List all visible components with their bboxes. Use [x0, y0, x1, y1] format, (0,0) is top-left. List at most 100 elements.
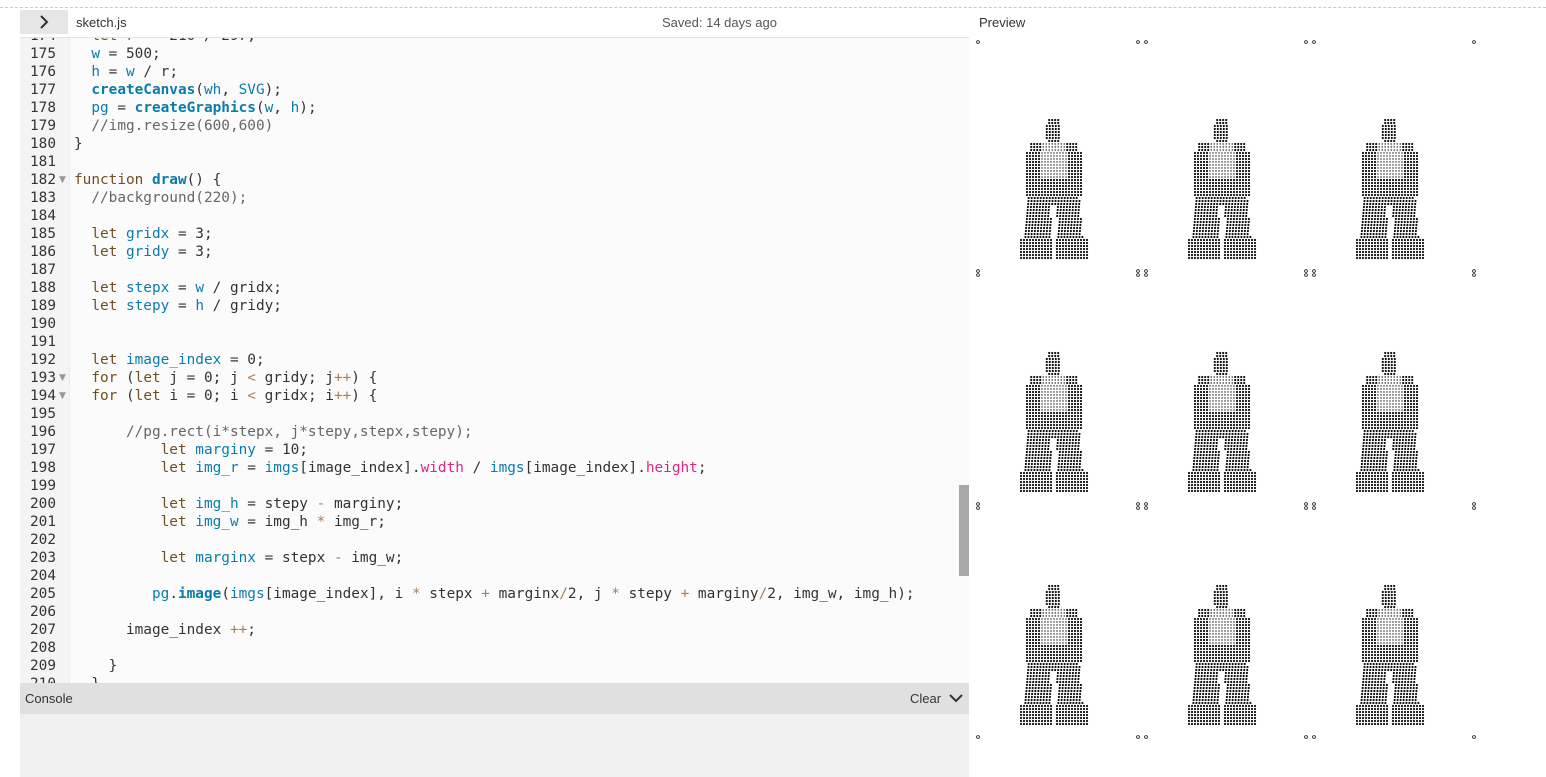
code-line[interactable]: 190 [20, 315, 969, 333]
figure-dot [1045, 149, 1047, 151]
figure-dot [1393, 468, 1396, 472]
figure-dot [1225, 369, 1228, 373]
code-line[interactable]: 197 let marginy = 10; [20, 441, 969, 459]
figure-dot [1405, 378, 1408, 382]
figure-dot [1233, 170, 1235, 172]
figure-dot [1031, 151, 1035, 155]
figure-dot [1040, 181, 1044, 185]
code-area[interactable]: 174 let r = 210 / 297;175 w = 500;176 h … [20, 38, 969, 683]
figure-dot [1406, 474, 1410, 478]
figure-dot [1066, 435, 1069, 439]
code-line[interactable]: 209 } [20, 657, 969, 675]
code-line[interactable]: 199 [20, 477, 969, 495]
figure-dot [1362, 214, 1365, 218]
figure-dot [1050, 161, 1052, 163]
figure-dot [1034, 405, 1038, 409]
sidebar-toggle-button[interactable] [20, 10, 68, 34]
figure-dot [1379, 184, 1383, 188]
line-number: 174 [28, 38, 56, 45]
code-editor[interactable]: 174 let r = 210 / 297;175 w = 500;176 h … [20, 37, 969, 683]
code-line[interactable]: 183 //background(220); [20, 189, 969, 207]
fold-arrow-icon[interactable]: ▼ [59, 369, 66, 387]
code-line[interactable]: 181 [20, 153, 969, 171]
code-line[interactable]: 201 let img_w = img_h * img_r; [20, 513, 969, 531]
figure-dot [1384, 199, 1387, 203]
line-number: 186 [30, 244, 56, 260]
code-line[interactable]: 205 pg.image(imgs[image_index], i * step… [20, 585, 969, 603]
figure-dot [1056, 152, 1058, 154]
figure-dot [1385, 471, 1389, 475]
figure-dot [1231, 199, 1234, 203]
figure-dot [1233, 205, 1236, 209]
figure-dot [1244, 450, 1247, 454]
figure-dot [1025, 617, 1029, 621]
code-line[interactable]: 196 //pg.rect(i*stepx, j*stepy,stepx,ste… [20, 423, 969, 441]
figure-dot [1381, 435, 1384, 439]
code-line[interactable]: 207 image_index ++; [20, 621, 969, 639]
code-line[interactable]: 180} [20, 135, 969, 153]
figure-dot [1241, 157, 1245, 161]
figure-dot [1028, 220, 1031, 224]
code-line[interactable]: 187 [20, 261, 969, 279]
figure-dot [1025, 620, 1029, 624]
figure-dot [1067, 166, 1071, 170]
code-line[interactable]: 200 let img_h = stepy - marginy; [20, 495, 969, 513]
figure-dot [1037, 238, 1041, 242]
figure-dot [1215, 152, 1217, 154]
code-line[interactable]: 189 let stepy = h / gridy; [20, 297, 969, 315]
code-line[interactable]: 179 //img.resize(600,600) [20, 117, 969, 135]
figure-dot [1244, 220, 1247, 224]
figure-dot [1404, 214, 1407, 218]
figure-dot [1045, 229, 1048, 233]
code-line[interactable]: 208 [20, 639, 969, 657]
figure-dot [1031, 166, 1035, 170]
figure-dot [1068, 214, 1071, 218]
figure-dot [1025, 399, 1029, 403]
figure-dot [1202, 417, 1206, 421]
code-line[interactable]: 202 [20, 531, 969, 549]
figure-dot [1235, 238, 1239, 242]
editor-scrollbar[interactable] [959, 485, 969, 576]
code-line[interactable]: 193 ▼ for (let j = 0; j < gridy; j++) { [20, 369, 969, 387]
fold-arrow-icon[interactable]: ▼ [59, 171, 66, 189]
code-line[interactable]: 194 ▼ for (let i = 0; i < gridx; i++) { [20, 387, 969, 405]
console-clear-button[interactable]: Clear [910, 691, 941, 706]
figure-dot [1054, 121, 1057, 125]
code-line[interactable]: 182 ▼ function draw() { [20, 171, 969, 189]
code-line[interactable]: 174 let r = 210 / 297; [20, 38, 969, 45]
code-line[interactable]: 206 [20, 603, 969, 621]
figure-dot [1398, 155, 1400, 157]
code-line[interactable]: 198 let img_r = imgs[image_index].width … [20, 459, 969, 477]
figure-dot [1232, 486, 1236, 490]
code-line[interactable]: 186 let gridy = 3; [20, 243, 969, 261]
code-line[interactable]: 185 let gridx = 3; [20, 225, 969, 243]
code-line[interactable]: 210 } [20, 675, 969, 683]
figure-dot [1374, 205, 1377, 209]
code-line[interactable]: 178 pg = createGraphics(w, h); [20, 99, 969, 117]
figure-dot [1412, 226, 1415, 230]
code-line[interactable]: 188 let stepx = w / gridx; [20, 279, 969, 297]
figure-dot [1402, 435, 1405, 439]
code-line[interactable]: 204 [20, 567, 969, 585]
figure-dot [1368, 438, 1371, 442]
figure-dot [1048, 139, 1051, 143]
figure-dot [1064, 450, 1067, 454]
figure-dot [1049, 644, 1053, 648]
code-line[interactable]: 175 w = 500; [20, 45, 969, 63]
code-line[interactable]: 195 [20, 405, 969, 423]
figure-dot [1056, 406, 1058, 408]
code-line[interactable]: 203 let marginx = stepx - img_w; [20, 549, 969, 567]
figure-dot [1070, 456, 1073, 460]
code-line[interactable]: 184 [20, 207, 969, 225]
figure-dot [1383, 173, 1385, 175]
figure-dot [1067, 477, 1071, 481]
figure-dot [1212, 400, 1214, 402]
figure-dot [1033, 148, 1036, 152]
code-line[interactable]: 177 createCanvas(wh, SVG); [20, 81, 969, 99]
code-line[interactable]: 192 let image_index = 0; [20, 351, 969, 369]
code-line[interactable]: 176 h = w / r; [20, 63, 969, 81]
fold-arrow-icon[interactable]: ▼ [59, 387, 66, 405]
file-name[interactable]: sketch.js [76, 15, 127, 30]
code-line[interactable]: 191 [20, 333, 969, 351]
chevron-down-icon[interactable] [949, 692, 963, 704]
